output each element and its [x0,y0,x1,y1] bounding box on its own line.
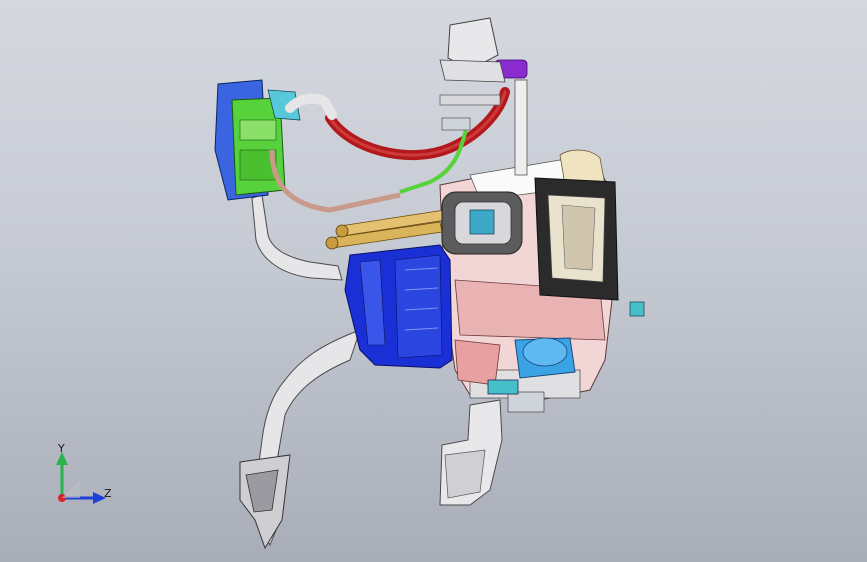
hvac-assembly-model[interactable]: Y Z [0,0,867,562]
cad-viewport[interactable]: Y Z [0,0,867,562]
green-suction-line[interactable] [269,119,470,213]
heater-core-pipes[interactable] [325,209,447,250]
z-axis-label: Z [104,487,112,500]
cabin-filter-frame[interactable] [534,177,619,301]
expansion-valve-block[interactable] [441,191,523,255]
receiver-drier-assembly[interactable] [214,79,301,201]
lower-left-duct[interactable] [239,329,361,550]
loose-fitting-part[interactable] [629,301,645,317]
y-axis-label: Y [57,442,65,455]
axis-triad: Y Z [56,442,112,504]
blower-housing[interactable] [344,244,453,369]
lower-right-duct[interactable] [439,399,503,506]
